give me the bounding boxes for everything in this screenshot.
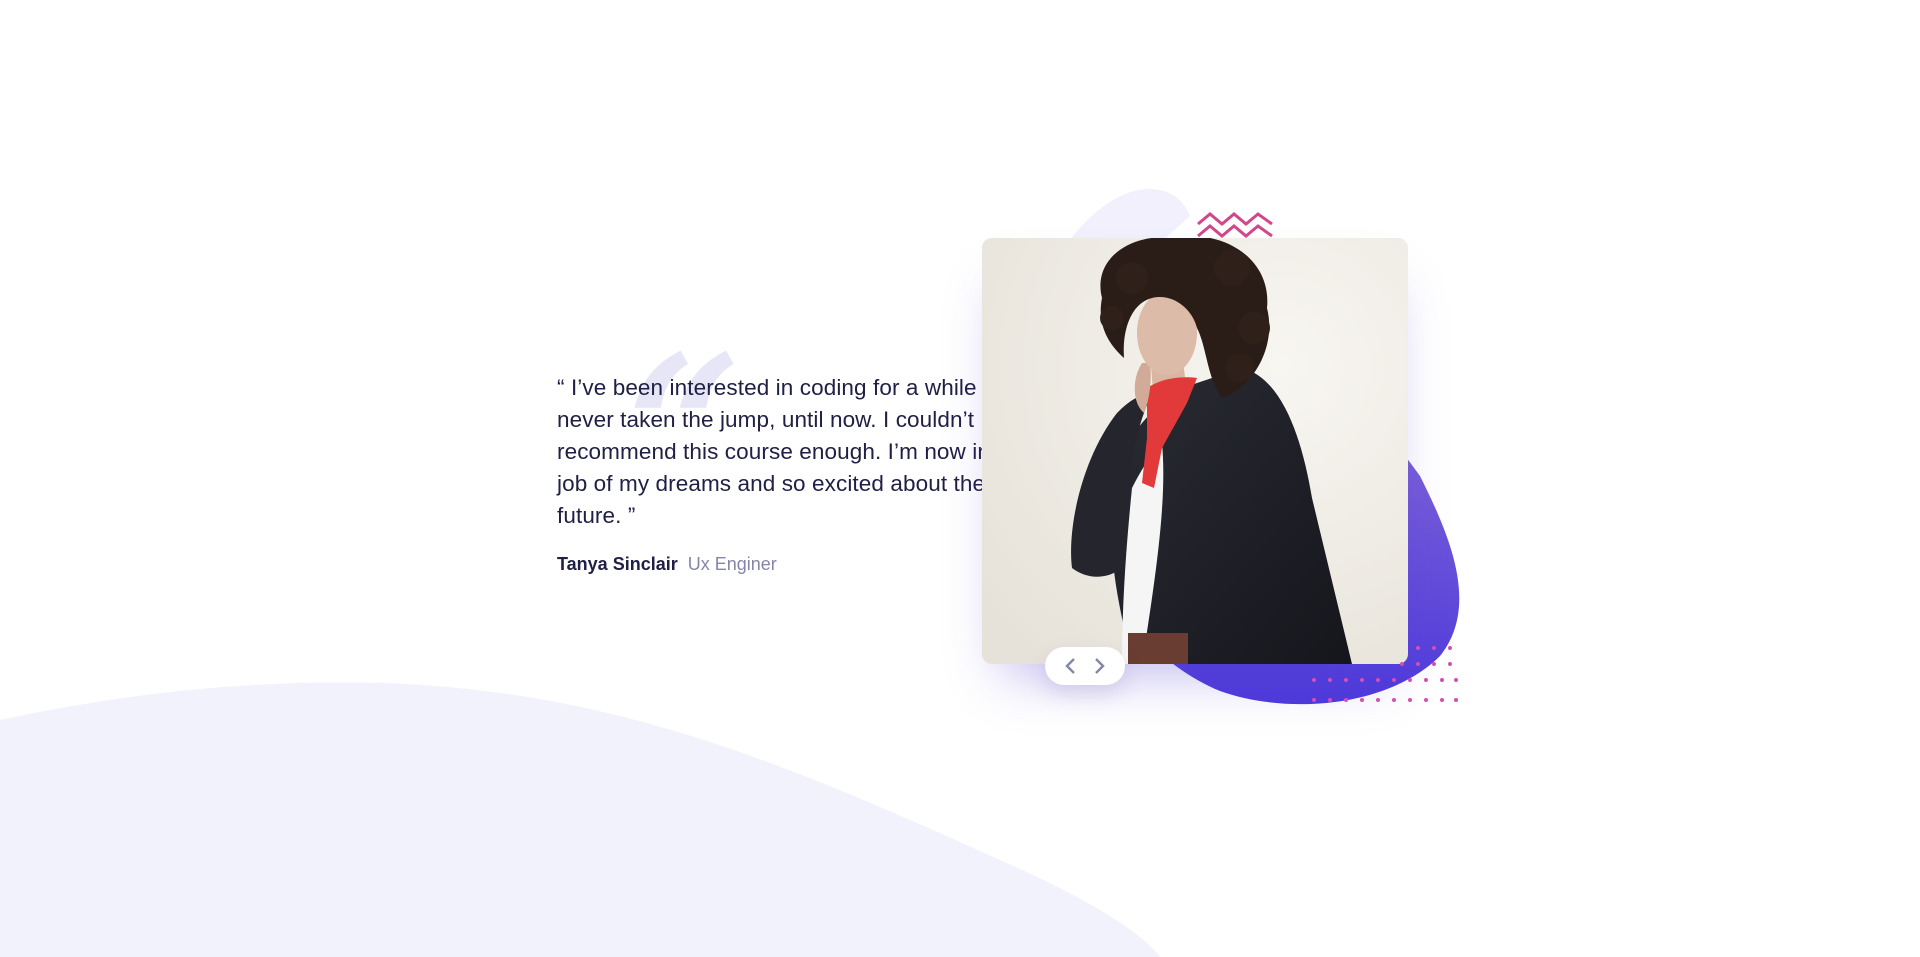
testimonial-quote: “ I’ve been interested in coding for a w… [557,375,1028,528]
author-role: Ux Enginer [687,554,777,574]
zigzag-decoration [1197,212,1273,238]
testimonial: “ I’ve been interested in coding for a w… [557,372,1037,575]
dot-grid-decoration [1312,646,1458,702]
testimonial-author: Tanya Sinclair Ux Enginer [557,554,1037,575]
chevron-left-icon [1065,658,1075,674]
portrait-photo [982,238,1408,664]
slider-controls [1045,647,1125,685]
previous-button[interactable] [1056,652,1084,680]
next-button[interactable] [1086,652,1114,680]
author-name: Tanya Sinclair [557,554,678,574]
chevron-right-icon [1095,658,1105,674]
